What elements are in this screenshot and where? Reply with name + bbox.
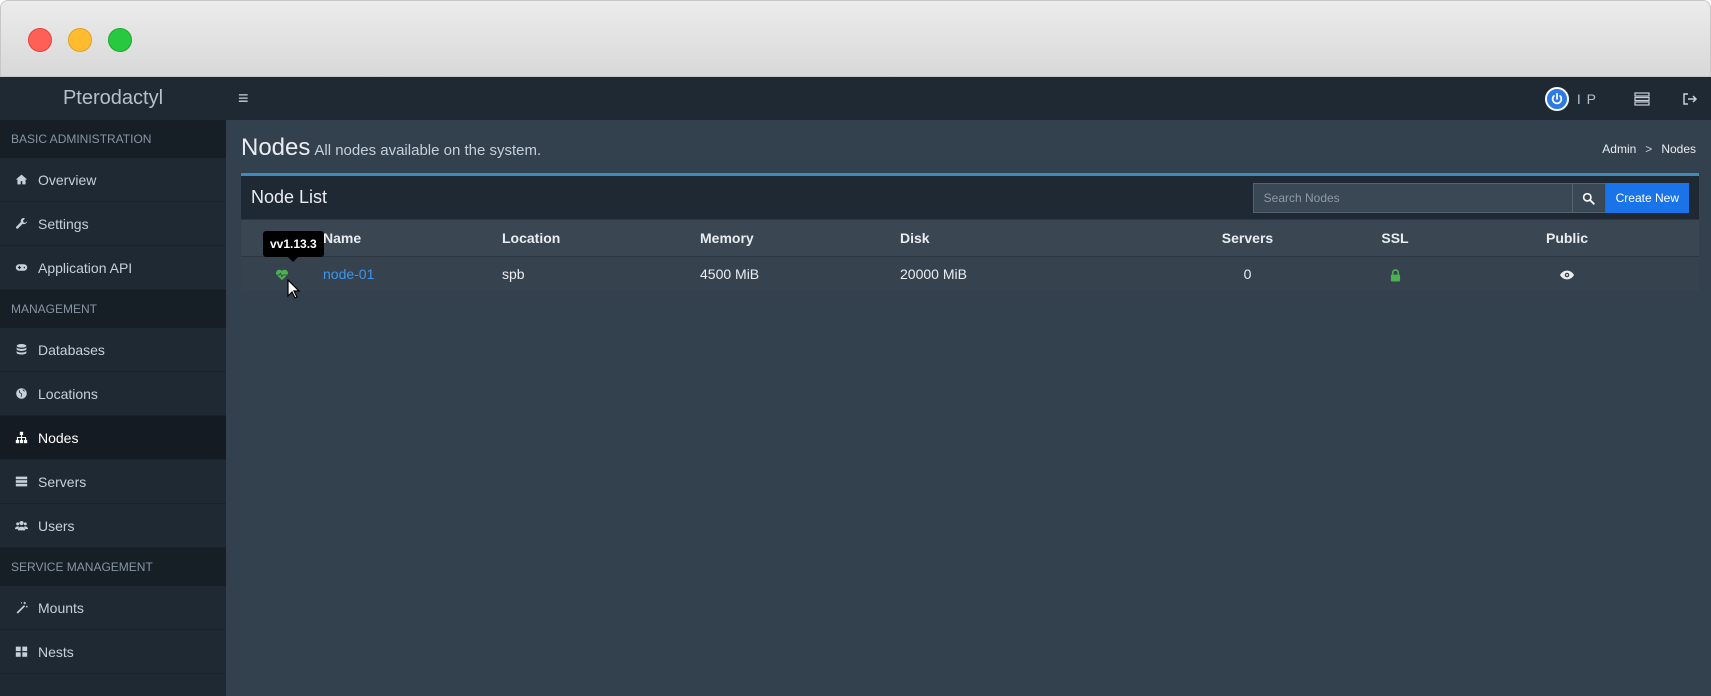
sidebar-item-label: Overview: [38, 171, 97, 188]
breadcrumb-separator: >: [1645, 142, 1653, 156]
wrench-icon: [14, 217, 28, 231]
sidebar-header-service-management: Service Management: [0, 548, 226, 586]
sitemap-icon: [14, 431, 28, 445]
column-header-ssl: SSL: [1355, 220, 1435, 257]
navbar-right: I P: [1544, 77, 1711, 120]
breadcrumb-admin[interactable]: Admin: [1602, 142, 1636, 156]
table-row: node-01 spb 4500 MiB 20000 MiB 0: [241, 256, 1699, 291]
sidebar-header-basic-administration: Basic Administration: [0, 120, 226, 158]
column-header-public: Public: [1435, 220, 1699, 257]
column-header-servers: Servers: [1140, 220, 1355, 257]
users-icon: [14, 519, 28, 533]
node-public-cell: [1435, 256, 1699, 291]
breadcrumb: Admin > Nodes: [1602, 142, 1696, 156]
sidebar-item-settings[interactable]: Settings: [0, 202, 226, 246]
app-window: Pterodactyl ≡ I P Basic Administration O…: [0, 0, 1711, 696]
sidebar-item-label: Application API: [38, 259, 133, 276]
sidebar-item-label: Databases: [38, 341, 105, 358]
node-status-cell: [241, 256, 323, 291]
main-content: Nodes All nodes available on the system.…: [226, 120, 1711, 696]
node-list-title: Node List: [251, 187, 328, 207]
home-icon: [14, 173, 28, 187]
column-header-location: Location: [502, 220, 700, 257]
sidebar-item-locations[interactable]: Locations: [0, 372, 226, 416]
node-servers-cell: 0: [1140, 256, 1355, 291]
server-icon: [14, 475, 28, 489]
top-navbar: Pterodactyl ≡ I P: [0, 77, 1711, 120]
database-icon: [14, 343, 28, 357]
sidebar-item-servers[interactable]: Servers: [0, 460, 226, 504]
sidebar-item-application-api[interactable]: Application API: [0, 246, 226, 290]
power-icon[interactable]: [1544, 86, 1569, 111]
node-table: Name Location Memory Disk Servers SSL Pu…: [241, 220, 1699, 291]
globe-icon: [14, 387, 28, 401]
server-list-icon[interactable]: [1633, 90, 1651, 108]
sidebar-item-nests[interactable]: Nests: [0, 630, 226, 674]
create-new-button[interactable]: Create New: [1605, 183, 1689, 213]
breadcrumb-nodes: Nodes: [1661, 142, 1696, 156]
panel-app: Pterodactyl ≡ I P Basic Administration O…: [0, 77, 1711, 696]
node-list-header: Node List Create New: [241, 176, 1699, 220]
user-name[interactable]: I P: [1577, 91, 1597, 107]
node-list-box: Node List Create New Name: [241, 173, 1699, 291]
sidebar-item-label: Mounts: [38, 599, 84, 616]
sidebar-item-nodes[interactable]: Nodes: [0, 416, 226, 460]
close-window-button[interactable]: [28, 28, 52, 52]
sidebar-item-label: Locations: [38, 385, 98, 402]
th-large-icon: [14, 645, 28, 659]
page-title: Nodes: [241, 134, 311, 161]
lock-icon: [1390, 268, 1400, 282]
search-button[interactable]: [1572, 183, 1606, 213]
node-disk-cell: 20000 MiB: [900, 256, 1140, 291]
sidebar: Basic Administration Overview Settings A…: [0, 120, 226, 696]
sidebar-item-label: Settings: [38, 215, 89, 232]
sidebar-item-label: Nests: [38, 643, 74, 660]
sidebar-item-label: Users: [38, 517, 75, 534]
node-ssl-cell: [1355, 256, 1435, 291]
gamepad-icon: [14, 261, 28, 275]
node-memory-cell: 4500 MiB: [700, 256, 900, 291]
search-group: Create New: [1252, 183, 1689, 213]
page-header: Nodes All nodes available on the system.: [241, 134, 541, 162]
logout-icon[interactable]: [1681, 90, 1699, 108]
sidebar-item-users[interactable]: Users: [0, 504, 226, 548]
eye-icon: [1560, 270, 1574, 280]
sidebar-item-databases[interactable]: Databases: [0, 328, 226, 372]
node-name-link[interactable]: node-01: [323, 266, 374, 282]
version-tooltip: vv1.13.3: [263, 231, 324, 262]
sidebar-item-mounts[interactable]: Mounts: [0, 586, 226, 630]
node-name-cell: node-01: [323, 256, 502, 291]
column-header-disk: Disk: [900, 220, 1140, 257]
column-header-name: Name: [323, 220, 502, 257]
sidebar-item-label: Nodes: [38, 429, 79, 446]
maximize-window-button[interactable]: [108, 28, 132, 52]
sidebar-item-overview[interactable]: Overview: [0, 158, 226, 202]
minimize-window-button[interactable]: [68, 28, 92, 52]
magic-icon: [14, 601, 28, 615]
sidebar-item-label: Servers: [38, 473, 87, 490]
mouse-cursor-icon: [287, 279, 301, 299]
menu-toggle-icon[interactable]: ≡: [238, 88, 256, 108]
brand-logo[interactable]: Pterodactyl: [0, 77, 226, 120]
search-icon: [1582, 192, 1595, 205]
page-subtitle: All nodes available on the system.: [314, 142, 542, 159]
window-titlebar: [0, 0, 1711, 77]
search-input[interactable]: [1252, 183, 1573, 213]
table-header-row: Name Location Memory Disk Servers SSL Pu…: [241, 220, 1699, 257]
sidebar-header-management: Management: [0, 290, 226, 328]
node-location-cell: spb: [502, 256, 700, 291]
column-header-memory: Memory: [700, 220, 900, 257]
